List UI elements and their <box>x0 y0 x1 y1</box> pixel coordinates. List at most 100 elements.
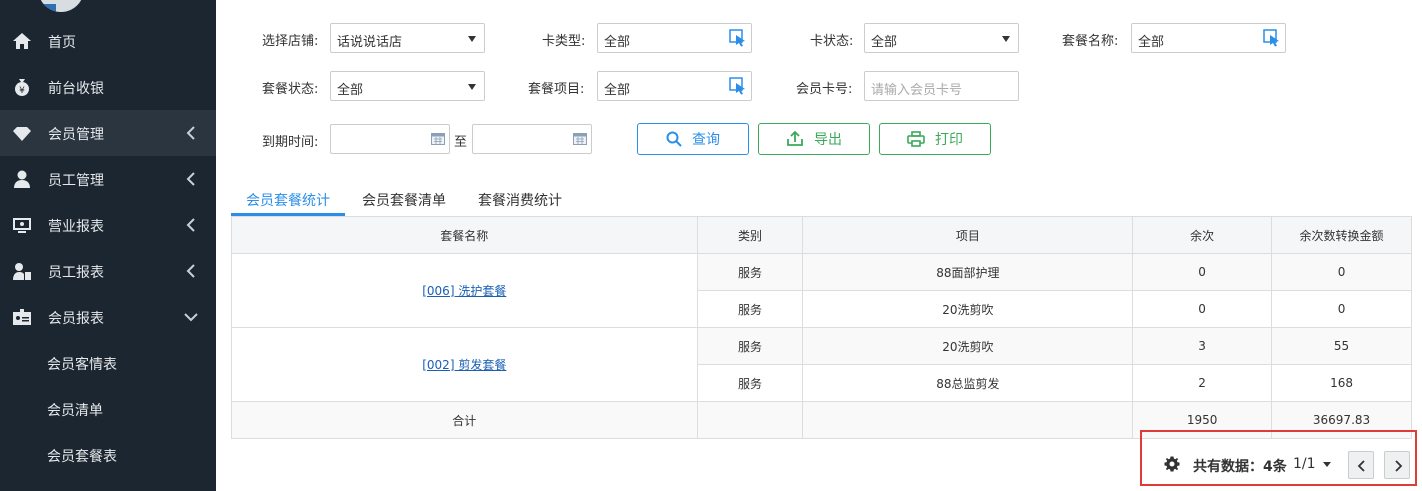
sidebar-item-staff-management[interactable]: 员工管理 <box>0 156 216 202</box>
sidebar-item-label: 营业报表 <box>48 219 104 235</box>
package-name-label: 套餐名称: <box>1062 34 1119 49</box>
sidebar-item-label: 会员管理 <box>48 127 104 143</box>
remaining-cell: 0 <box>1132 253 1273 291</box>
store-value: 话说说话店 <box>337 35 403 50</box>
export-button[interactable]: 导出 <box>758 123 870 155</box>
search-icon <box>666 131 682 147</box>
sidebar-item-label: 员工管理 <box>48 173 104 189</box>
home-icon <box>13 33 31 49</box>
item-cell: 88总监剪发 <box>802 364 1134 402</box>
member-card-label: 会员卡号: <box>796 82 853 97</box>
sidebar-subitem-member-relation[interactable]: 会员客情表 <box>47 354 117 374</box>
sidebar-item-label: 会员报表 <box>48 311 104 327</box>
column-header: 项目 <box>802 216 1134 254</box>
store-select[interactable]: 话说说话店 <box>330 23 485 53</box>
sidebar-item-cashier[interactable]: ¥ 前台收银 <box>0 64 216 110</box>
package-status-label: 套餐状态: <box>262 82 319 97</box>
column-header: 套餐名称 <box>231 216 698 254</box>
amount-cell: 168 <box>1271 364 1412 402</box>
package-name-value: 全部 <box>1138 35 1165 50</box>
printer-icon <box>907 131 925 147</box>
package-item-picker[interactable]: 全部 <box>597 71 752 101</box>
sidebar-item-business-report[interactable]: 营业报表 <box>0 202 216 248</box>
card-type-label: 卡类型: <box>542 34 586 49</box>
chevron-left-icon <box>186 218 195 232</box>
category-cell: 服务 <box>696 290 804 328</box>
main-content: 选择店铺: 话说说话店 卡类型: 全部 卡状态: 全部 套餐名称: 全部 套餐状… <box>216 0 1422 491</box>
package-item-label: 套餐项目: <box>528 82 585 97</box>
export-button-label: 导出 <box>814 132 842 148</box>
chevron-left-icon <box>186 172 195 186</box>
column-header: 类别 <box>696 216 804 254</box>
card-type-picker[interactable]: 全部 <box>597 23 752 53</box>
cursor-pick-icon[interactable] <box>729 29 747 47</box>
expiry-separator: 至 <box>454 135 468 150</box>
category-cell: 服务 <box>696 364 804 402</box>
sidebar-item-label: 前台收银 <box>48 81 104 97</box>
card-type-value: 全部 <box>604 35 631 50</box>
tab-consumption-stats[interactable]: 套餐消费统计 <box>478 190 562 210</box>
member-card-placeholder: 请输入会员卡号 <box>871 83 963 98</box>
table-row: [002] 剪发套餐 服务 20洗剪吹 3 55 <box>231 327 1412 402</box>
amount-cell: 0 <box>1271 253 1412 291</box>
column-header: 余次数转换金额 <box>1271 216 1412 254</box>
next-page-button[interactable] <box>1384 451 1410 479</box>
sidebar-item-member-report[interactable]: 会员报表 <box>0 294 216 340</box>
tab-package-list[interactable]: 会员套餐清单 <box>362 190 446 210</box>
monitor-icon <box>13 218 31 233</box>
sidebar-subitem-member-package[interactable]: 会员套餐表 <box>47 446 117 466</box>
member-card-input[interactable]: 请输入会员卡号 <box>864 71 1019 101</box>
chevron-left-icon <box>186 126 195 140</box>
tab-package-stats[interactable]: 会员套餐统计 <box>246 190 330 210</box>
expiry-start-date[interactable] <box>330 124 450 154</box>
chevron-right-icon <box>1395 460 1403 472</box>
money-bag-icon: ¥ <box>15 79 29 96</box>
cursor-pick-icon[interactable] <box>729 77 747 95</box>
query-button[interactable]: 查询 <box>637 123 749 155</box>
query-button-label: 查询 <box>692 132 720 148</box>
remaining-cell: 0 <box>1132 290 1273 328</box>
user-report-icon <box>13 263 31 280</box>
print-button[interactable]: 打印 <box>879 123 991 155</box>
table-header-row: 套餐名称 类别 项目 余次 余次数转换金额 <box>231 216 1412 254</box>
calendar-icon[interactable] <box>431 133 445 145</box>
caret-down-icon[interactable] <box>1323 462 1331 467</box>
package-name-cell: [006] 洗护套餐 <box>231 253 698 328</box>
user-icon <box>14 170 30 188</box>
record-count: 共有数据：4条 <box>1193 459 1287 475</box>
amount-cell: 55 <box>1271 327 1412 365</box>
report-tabs: 会员套餐统计 会员套餐清单 套餐消费统计 <box>231 180 1411 216</box>
package-link[interactable]: [002] 剪发套餐 <box>422 358 506 372</box>
empty-cell <box>802 401 1134 439</box>
calendar-icon[interactable] <box>573 133 587 145</box>
table-row: [006] 洗护套餐 服务 88面部护理 0 0 <box>231 253 1412 328</box>
sidebar-item-label: 员工报表 <box>48 265 104 281</box>
page-indicator[interactable]: 1/1 <box>1293 456 1316 472</box>
remaining-cell: 2 <box>1132 364 1273 402</box>
package-link[interactable]: [006] 洗护套餐 <box>422 284 506 298</box>
remaining-cell: 3 <box>1132 327 1273 365</box>
item-cell: 20洗剪吹 <box>802 327 1134 365</box>
category-cell: 服务 <box>696 327 804 365</box>
card-status-select[interactable]: 全部 <box>864 23 1019 53</box>
gear-icon[interactable] <box>1164 456 1180 472</box>
item-cell: 88面部护理 <box>802 253 1134 291</box>
category-cell: 服务 <box>696 253 804 291</box>
expiry-label: 到期时间: <box>262 135 319 150</box>
expiry-end-date[interactable] <box>472 124 592 154</box>
amount-cell: 0 <box>1271 290 1412 328</box>
sidebar-item-member-management[interactable]: 会员管理 <box>0 110 216 156</box>
item-cell: 20洗剪吹 <box>802 290 1134 328</box>
export-icon <box>787 131 803 146</box>
cursor-pick-icon[interactable] <box>1263 29 1281 47</box>
avatar[interactable] <box>38 0 84 12</box>
package-name-cell: [002] 剪发套餐 <box>231 327 698 402</box>
pagination: 共有数据：4条 1/1 <box>1140 430 1417 486</box>
sidebar-subitem-member-list[interactable]: 会员清单 <box>47 400 103 420</box>
package-status-select[interactable]: 全部 <box>330 71 485 101</box>
sidebar-item-home[interactable]: 首页 <box>0 18 216 64</box>
package-name-picker[interactable]: 全部 <box>1131 23 1286 53</box>
chevron-down-icon <box>184 313 198 322</box>
prev-page-button[interactable] <box>1348 451 1374 479</box>
sidebar-item-staff-report[interactable]: 员工报表 <box>0 248 216 294</box>
